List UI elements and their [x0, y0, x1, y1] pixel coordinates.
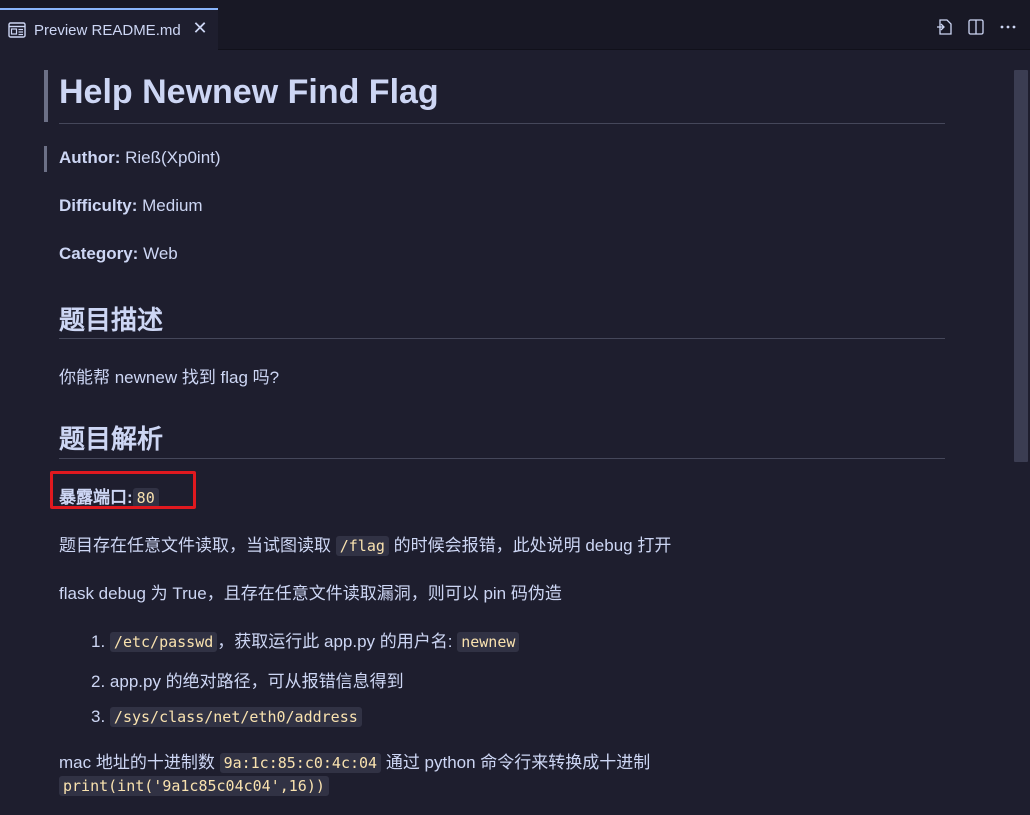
paragraph-debug: flask debug 为 True，且存在任意文件读取漏洞，则可以 pin 码…: [59, 584, 562, 603]
code-passwd: /etc/passwd: [109, 632, 218, 652]
author-label: Author:: [59, 148, 121, 167]
heading-accent-bar: [44, 70, 48, 122]
list-item: 2. app.py 的绝对路径，可从报错信息得到: [91, 667, 404, 692]
quote-bar: [44, 146, 47, 172]
text-span: ，获取运行此 app.py 的用户名:: [217, 632, 458, 651]
code-username: newnew: [457, 632, 520, 652]
text-span: mac 地址的十进制数: [59, 753, 220, 772]
author-value: Rieß(Xp0int): [125, 148, 221, 167]
code-mac: 9a:1c:85:c0:4c:04: [219, 753, 382, 773]
more-actions-icon[interactable]: [998, 17, 1018, 37]
highlight-box: [50, 471, 196, 509]
description-text: 你能帮 newnew 找到 flag 吗?: [59, 368, 280, 387]
divider: [59, 123, 945, 124]
section-heading-description: 题目描述: [59, 305, 164, 335]
tab-label: Preview README.md: [34, 21, 181, 39]
category-value: Web: [143, 244, 178, 263]
split-editor-icon[interactable]: [966, 17, 986, 37]
list-item: 3. /sys/class/net/eth0/address: [91, 707, 362, 727]
scrollbar-thumb[interactable]: [1014, 70, 1028, 462]
divider: [59, 458, 945, 459]
difficulty-value: Medium: [142, 196, 203, 215]
category-line: Category: Web: [59, 244, 178, 264]
list-item: 1. /etc/passwd ，获取运行此 app.py 的用户名: newnew: [91, 627, 520, 652]
category-label: Category:: [59, 244, 139, 263]
text-span: 通过 python 命令行来转换成十进制: [381, 753, 651, 772]
code-print: print(int('9a1c85c04c04',16)): [59, 776, 329, 796]
list-number: 2.: [91, 672, 106, 691]
open-source-icon[interactable]: [934, 17, 954, 37]
markdown-preview: Help Newnew Find Flag Author: Rieß(Xp0in…: [0, 51, 1012, 815]
text-span: 题目存在任意文件读取，当试图读取: [59, 536, 336, 555]
preview-icon: [8, 22, 26, 38]
code-flag: /flag: [335, 536, 389, 556]
paragraph-mac: mac 地址的十进制数 9a:1c:85:c0:4c:04 通过 python …: [59, 748, 650, 773]
editor-actions: [934, 17, 1018, 37]
page-title: Help Newnew Find Flag: [59, 73, 439, 111]
list-number: 1.: [91, 632, 106, 651]
author-line: Author: Rieß(Xp0int): [59, 148, 221, 168]
text-span: app.py 的绝对路径，可从报错信息得到: [109, 672, 404, 691]
tab-preview-readme[interactable]: Preview README.md ✕: [0, 8, 218, 50]
difficulty-label: Difficulty:: [59, 196, 138, 215]
tab-bar: Preview README.md ✕: [0, 0, 1030, 50]
paragraph-flag: 题目存在任意文件读取，当试图读取 /flag 的时候会报错，此处说明 debug…: [59, 531, 671, 556]
text-span: 的时候会报错，此处说明 debug 打开: [388, 536, 672, 555]
close-icon[interactable]: ✕: [192, 19, 208, 37]
list-number: 3.: [91, 707, 106, 726]
section-heading-analysis: 题目解析: [59, 424, 164, 454]
divider: [59, 338, 945, 339]
code-address: /sys/class/net/eth0/address: [109, 707, 362, 727]
difficulty-line: Difficulty: Medium: [59, 196, 203, 216]
paragraph-print: print(int('9a1c85c04c04',16)): [59, 776, 329, 796]
